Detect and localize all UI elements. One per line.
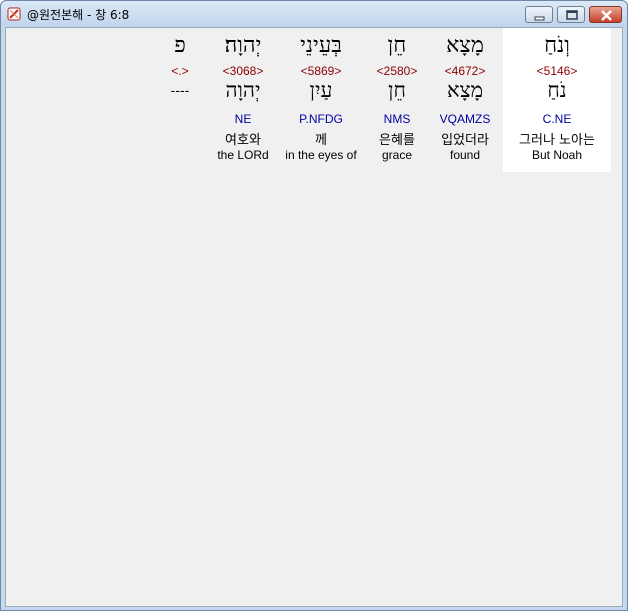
english-gloss: the LORd — [217, 148, 269, 162]
english-gloss: But Noah — [531, 148, 583, 162]
strong-number[interactable]: <4672> — [427, 64, 503, 78]
strong-number[interactable]: <.> — [154, 64, 206, 78]
word-column[interactable]: וְנֹחַ <5146> נֹחַ C.NE 그러나 노아는 But Noah — [503, 28, 611, 172]
window-title: @원전본해 - 창 6:8 — [27, 8, 130, 22]
hebrew-word: חֵן — [387, 33, 407, 58]
english-gloss: grace — [381, 148, 413, 162]
word-column[interactable]: יְהוָה׃ <3068> יְהוָה NE 여호와 the LORd — [211, 28, 275, 172]
strong-number[interactable]: <5869> — [275, 64, 367, 78]
word-column[interactable]: בְּעֵינֵי <5869> עַיִן P.NFDG 께 in the e… — [275, 28, 367, 172]
korean-gloss: 여호와 — [225, 133, 261, 148]
hebrew-word: בְּעֵינֵי — [300, 33, 342, 58]
morphology-code: VQAMZS — [439, 112, 491, 126]
bible-app-icon[interactable] — [6, 6, 22, 22]
interlinear-pane[interactable]: וְנֹחַ <5146> נֹחַ C.NE 그러나 노아는 But Noah… — [5, 27, 623, 607]
hebrew-lexeme: נֹחַ — [547, 78, 567, 102]
title-bar[interactable]: @원전본해 - 창 6:8 — [1, 1, 627, 27]
korean-gloss: 께 — [315, 133, 327, 148]
english-gloss: in the eyes of — [285, 148, 357, 162]
strong-number[interactable]: <3068> — [211, 64, 275, 78]
korean-gloss: 은혜를 — [379, 133, 415, 148]
close-icon — [601, 10, 612, 21]
korean-gloss: 그러나 노아는 — [519, 133, 595, 148]
hebrew-word: וְנֹחַ — [544, 33, 570, 58]
strong-number[interactable]: <5146> — [503, 64, 611, 78]
hebrew-word: פ — [174, 33, 186, 58]
minimize-icon — [534, 16, 545, 21]
hebrew-lexeme: מָצָא — [446, 78, 484, 102]
hebrew-lexeme: ---- — [170, 82, 190, 98]
morphology-code: C.NE — [542, 112, 572, 126]
hebrew-word: מָצָא — [446, 33, 484, 58]
morphology-code: P.NFDG — [299, 112, 343, 126]
morphology-code: NE — [234, 112, 252, 126]
word-column[interactable]: חֵן <2580> חֵן NMS 은혜를 grace — [367, 28, 427, 172]
close-button[interactable] — [589, 6, 622, 23]
maximize-icon — [566, 10, 578, 20]
maximize-button[interactable] — [557, 6, 585, 23]
hebrew-lexeme: יְהוָה — [225, 78, 261, 102]
minimize-button[interactable] — [525, 6, 553, 23]
hebrew-word: יְהוָה׃ — [224, 33, 262, 58]
strong-number[interactable]: <2580> — [367, 64, 427, 78]
word-column[interactable]: פ <.> ---- — [154, 28, 206, 172]
morphology-code: NMS — [383, 112, 411, 126]
hebrew-lexeme: עַיִן — [309, 78, 333, 102]
korean-gloss: 입었더라 — [441, 133, 489, 148]
app-window: @원전본해 - 창 6:8 וְנֹחַ <5146> נֹחַ C.NE 그러… — [0, 0, 628, 611]
english-gloss: found — [449, 148, 481, 162]
word-column[interactable]: מָצָא <4672> מָצָא VQAMZS 입었더라 found — [427, 28, 503, 172]
hebrew-lexeme: חֵן — [388, 78, 406, 102]
